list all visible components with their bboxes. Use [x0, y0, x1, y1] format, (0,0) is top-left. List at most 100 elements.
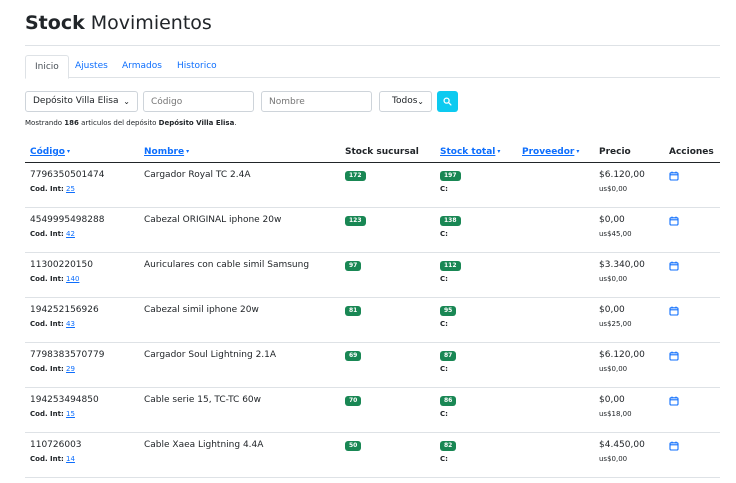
stock-total-badge: 82 [440, 441, 457, 451]
stock-branch-badge: 123 [345, 216, 366, 226]
deposit-select[interactable]: Depósito Villa Elisa ⌄ [25, 91, 138, 112]
price-usd: us$0,00 [599, 455, 628, 463]
summary-middle: articulos del depósito [81, 119, 157, 127]
internal-code: Cod. Int: 14 [30, 455, 75, 463]
price-usd: us$0,00 [599, 185, 628, 193]
product-code: 7796350501474 [30, 170, 105, 180]
internal-code-link[interactable]: 140 [66, 275, 79, 283]
internal-code-label: Cod. Int: [30, 410, 64, 418]
product-name: Cargador Soul Lightning 2.1A [144, 350, 277, 360]
product-name: Cabezal simil iphone 20w [144, 305, 259, 315]
page-title-bold: Stock [25, 12, 85, 34]
internal-code-link[interactable]: 15 [66, 410, 75, 418]
product-name: Cabezal ORIGINAL iphone 20w [144, 215, 282, 225]
stock-branch-badge: 172 [345, 171, 366, 181]
price-ars: $0,00 [599, 305, 625, 315]
internal-code-link[interactable]: 29 [66, 365, 75, 373]
calendar-icon[interactable] [669, 306, 679, 316]
stock-total-badge: 197 [440, 171, 461, 181]
tab-historico[interactable]: Historico [168, 55, 226, 78]
calendar-icon[interactable] [669, 216, 679, 226]
product-name: Cable Xaea Lightning 4.4A [144, 440, 264, 450]
internal-code-label: Cod. Int: [30, 230, 64, 238]
internal-code-link[interactable]: 43 [66, 320, 75, 328]
status-select[interactable]: Todos ⌄ [379, 91, 432, 112]
price-ars: $0,00 [599, 215, 625, 225]
summary-suffix: . [234, 119, 237, 127]
column-header-stock-total-label: Stock total [440, 147, 496, 157]
internal-code: Cod. Int: 43 [30, 320, 75, 328]
title-divider [25, 45, 720, 46]
search-button[interactable] [437, 91, 458, 112]
name-input[interactable] [261, 91, 372, 112]
price-usd: us$18,00 [599, 410, 632, 418]
internal-code-link[interactable]: 25 [66, 185, 75, 193]
sort-caret-icon: ▾ [66, 148, 70, 155]
table-row: 7796350501474 Cod. Int: 25 Cargador Royal … [25, 163, 720, 208]
column-header-name[interactable]: Nombre ▾ [144, 147, 189, 157]
column-header-stock-total[interactable]: Stock total ▾ [440, 147, 500, 157]
internal-code: Cod. Int: 25 [30, 185, 75, 193]
stock-c-label: C: [440, 455, 448, 463]
price-ars: $3.340,00 [599, 260, 645, 270]
code-input[interactable] [143, 91, 254, 112]
column-header-supplier[interactable]: Proveedor ▾ [522, 147, 579, 157]
summary-prefix: Mostrando [25, 119, 63, 127]
price-ars: $4.450,00 [599, 440, 645, 450]
tab-inicio[interactable]: Inicio [25, 55, 69, 79]
calendar-icon[interactable] [669, 351, 679, 361]
calendar-icon[interactable] [669, 261, 679, 271]
table-row: 194252156926 Cod. Int: 43 Cabezal simil ip… [25, 298, 720, 343]
internal-code-label: Cod. Int: [30, 185, 64, 193]
price-ars: $6.120,00 [599, 170, 645, 180]
sort-caret-icon: ▾ [186, 148, 190, 155]
stock-branch-badge: 97 [345, 261, 362, 271]
product-name: Cable serie 15, TC-TC 60w [144, 395, 262, 405]
product-code: 194252156926 [30, 305, 99, 315]
product-code: 11300220150 [30, 260, 93, 270]
sort-caret-icon: ▾ [576, 148, 580, 155]
internal-code-label: Cod. Int: [30, 365, 64, 373]
sort-caret-icon: ▾ [497, 148, 501, 155]
column-header-stock-branch: Stock sucursal [345, 147, 419, 157]
tab-ajustes[interactable]: Ajustes [66, 55, 117, 78]
calendar-icon[interactable] [669, 441, 679, 451]
stock-branch-badge: 70 [345, 396, 362, 406]
stock-total-badge: 112 [440, 261, 461, 271]
internal-code-label: Cod. Int: [30, 320, 64, 328]
stock-c-label: C: [440, 230, 448, 238]
internal-code-label: Cod. Int: [30, 275, 64, 283]
price-usd: us$0,00 [599, 275, 628, 283]
internal-code-link[interactable]: 42 [66, 230, 75, 238]
price-usd: us$25,00 [599, 320, 632, 328]
table-row: 4549995498288 Cod. Int: 42 Cabezal ORIGINA… [25, 208, 720, 253]
column-header-price: Precio [599, 147, 631, 157]
deposit-select-value: Depósito Villa Elisa [33, 96, 119, 106]
stock-total-badge: 95 [440, 306, 457, 316]
tab-armados[interactable]: Armados [113, 55, 171, 78]
column-header-code-label: Código [30, 147, 65, 157]
internal-code: Cod. Int: 42 [30, 230, 75, 238]
table-row: 110726003 Cod. Int: 14 Cable Xaea Lightnin… [25, 433, 720, 478]
stock-branch-badge: 69 [345, 351, 362, 361]
table-row: 11300220150 Cod. Int: 140 Auriculares con … [25, 253, 720, 298]
stock-c-label: C: [440, 365, 448, 373]
calendar-icon[interactable] [669, 396, 679, 406]
stock-c-label: C: [440, 320, 448, 328]
tab-bar: Inicio Ajustes Armados Historico [25, 55, 720, 79]
results-summary: Mostrando 186 articulos del depósito Dep… [25, 119, 237, 127]
internal-code-link[interactable]: 14 [66, 455, 75, 463]
price-ars: $0,00 [599, 395, 625, 405]
table-row: 7798383570779 Cod. Int: 29 Cargador Soul L… [25, 343, 720, 388]
stock-c-label: C: [440, 410, 448, 418]
chevron-down-icon: ⌄ [123, 97, 130, 106]
stock-branch-badge: 81 [345, 306, 362, 316]
calendar-icon[interactable] [669, 171, 679, 181]
page-title-rest: Movimientos [90, 12, 212, 34]
stock-total-badge: 87 [440, 351, 457, 361]
stock-total-badge: 138 [440, 216, 461, 226]
column-header-code[interactable]: Código ▾ [30, 147, 70, 157]
product-name: Cargador Royal TC 2.4A [144, 170, 251, 180]
search-icon [443, 97, 452, 106]
internal-code: Cod. Int: 140 [30, 275, 79, 283]
